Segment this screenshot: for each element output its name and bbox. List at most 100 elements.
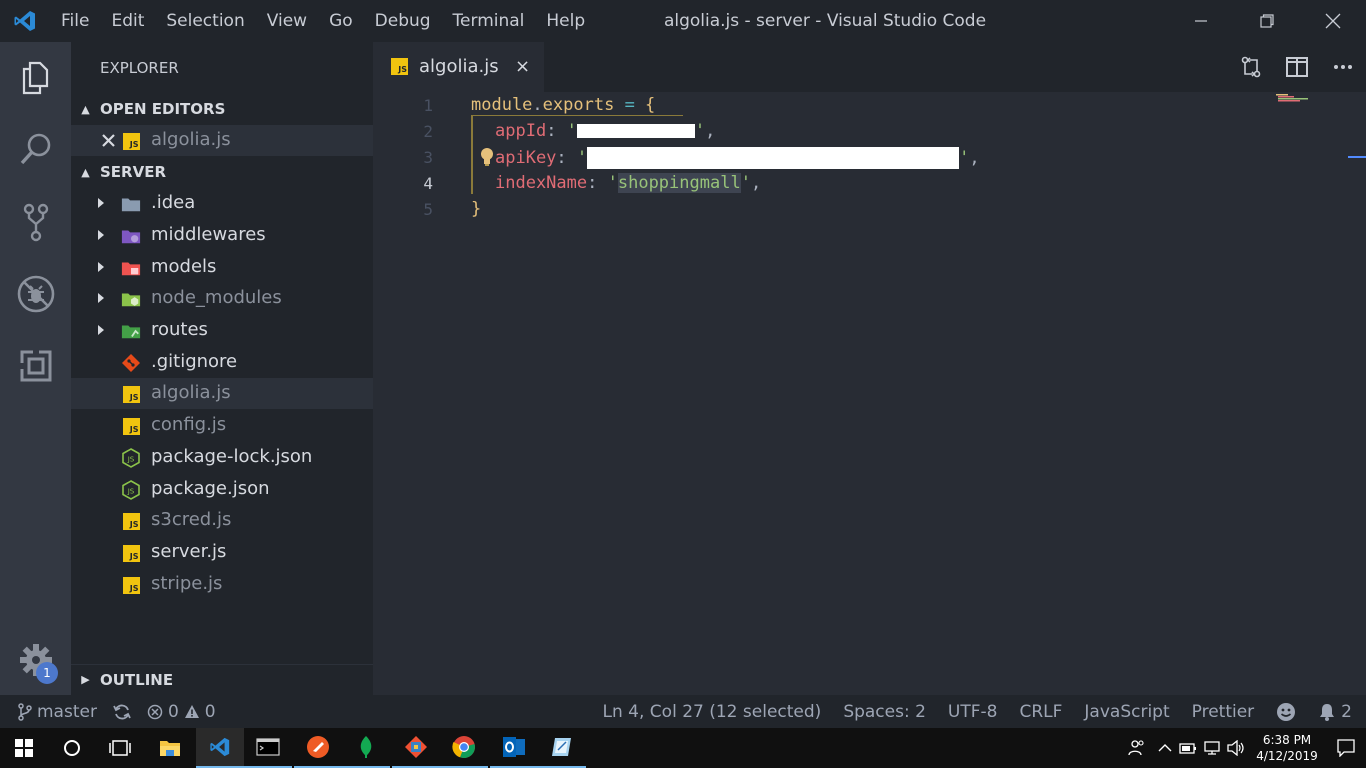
js-file-icon: JS [121, 384, 141, 404]
scroll-position-indicator [1348, 156, 1366, 158]
cursor-position[interactable]: Ln 4, Col 27 (12 selected) [603, 702, 822, 722]
more-actions-button[interactable] [1320, 42, 1366, 92]
chevron-right-icon [98, 198, 104, 208]
git-icon [121, 353, 141, 373]
menu-debug[interactable]: Debug [364, 0, 442, 42]
cortana-icon [64, 740, 80, 756]
extensions-icon[interactable] [0, 334, 71, 398]
task-view-button[interactable] [96, 728, 144, 768]
folder-node-icon [121, 289, 141, 309]
minimize-button[interactable] [1168, 0, 1234, 42]
action-center-button[interactable] [1326, 739, 1366, 757]
feedback-button[interactable] [1276, 702, 1296, 722]
code-line-4: indexName: 'shoppingmall', [495, 173, 762, 193]
debug-icon[interactable] [0, 262, 71, 326]
open-editors-header[interactable]: ▲ OPEN EDITORS [71, 94, 373, 124]
start-button[interactable] [0, 728, 48, 768]
code-editor[interactable]: 1 2 3 4 5 module.exports = { appId: ' ', … [373, 92, 1366, 695]
notifications-status[interactable]: 2 [1318, 702, 1352, 722]
sync-button[interactable] [113, 703, 131, 721]
prettier-status[interactable]: Prettier [1192, 702, 1255, 722]
lightbulb-icon[interactable] [479, 147, 495, 167]
server-folder-header[interactable]: ▲ SERVER [71, 157, 373, 187]
postman-taskbar[interactable] [294, 728, 342, 768]
split-editor-button[interactable] [1274, 42, 1320, 92]
split-editor-icon [1286, 57, 1308, 77]
selected-text: shoppingmall [617, 173, 741, 193]
close-window-button[interactable] [1300, 0, 1366, 42]
menu-help[interactable]: Help [535, 0, 596, 42]
tree-item-gitignore[interactable]: .gitignore [71, 347, 373, 378]
menu-selection[interactable]: Selection [155, 0, 255, 42]
line-number: 4 [423, 174, 433, 193]
tree-item-middlewares[interactable]: middlewares [71, 220, 373, 251]
network-status[interactable] [1200, 740, 1224, 756]
outline-header[interactable]: ▶ OUTLINE [71, 664, 373, 694]
terminal-taskbar[interactable] [244, 728, 292, 768]
outlook-taskbar[interactable] [490, 728, 538, 768]
snipping-tool-taskbar[interactable] [538, 728, 586, 768]
battery-status[interactable] [1176, 741, 1200, 755]
settings-gear-icon[interactable] [0, 628, 71, 692]
file-explorer-taskbar[interactable] [146, 728, 194, 768]
taskbar-clock[interactable]: 6:38 PM 4/12/2019 [1248, 732, 1326, 764]
tree-item-algolia-js[interactable]: JS algolia.js [71, 378, 373, 409]
mongodb-compass-taskbar[interactable] [342, 728, 390, 768]
git-branch-status[interactable]: master [18, 702, 97, 722]
compare-changes-icon [1241, 56, 1261, 78]
tree-item-server-js[interactable]: JS server.js [71, 537, 373, 568]
tree-item-s3cred-js[interactable]: JS s3cred.js [71, 505, 373, 536]
problems-status[interactable]: 0 0 [147, 702, 216, 722]
encoding-status[interactable]: UTF-8 [948, 702, 998, 722]
cortana-search-button[interactable] [48, 728, 96, 768]
folder-routes-icon [121, 321, 141, 341]
file-explorer-icon [160, 741, 180, 756]
tab-close-button[interactable]: × [515, 56, 530, 77]
menu-terminal[interactable]: Terminal [442, 0, 536, 42]
minimap[interactable] [1276, 94, 1322, 102]
git-branch-icon [18, 702, 32, 721]
system-tray: 6:38 PM 4/12/2019 [1120, 728, 1366, 768]
close-icon[interactable] [102, 134, 115, 147]
tree-item-idea[interactable]: .idea [71, 188, 373, 219]
open-changes-button[interactable] [1228, 42, 1274, 92]
code-line-2: appId: ' ', [495, 121, 716, 141]
editor-area: JS algolia.js × 1 2 3 4 5 module.exports… [373, 42, 1366, 695]
folder-models-icon [121, 258, 141, 278]
tree-item-package-lock-json[interactable]: JS package-lock.json [71, 442, 373, 473]
volume-status[interactable] [1224, 740, 1248, 756]
windows-logo-icon [15, 739, 33, 757]
restore-button[interactable] [1234, 0, 1300, 42]
indentation-status[interactable]: Spaces: 2 [843, 702, 926, 722]
tree-item-stripe-js[interactable]: JS stripe.js [71, 569, 373, 600]
tree-item-config-js[interactable]: JS config.js [71, 410, 373, 441]
people-button[interactable] [1120, 739, 1154, 757]
language-mode[interactable]: JavaScript [1084, 702, 1169, 722]
explorer-icon[interactable] [0, 46, 71, 110]
tab-algolia-js[interactable]: JS algolia.js × [373, 42, 544, 92]
tree-item-node-modules[interactable]: node_modules [71, 283, 373, 314]
source-control-icon[interactable] [0, 190, 71, 254]
chrome-icon [452, 736, 475, 759]
chrome-taskbar[interactable] [440, 728, 488, 768]
search-icon[interactable] [0, 117, 71, 181]
tree-item-package-json[interactable]: JS package.json [71, 474, 373, 505]
code-line-1: module.exports = { [471, 95, 656, 115]
open-editor-item[interactable]: JS algolia.js [71, 125, 373, 156]
snipping-tool-icon [552, 738, 571, 756]
settings-badge: 1 [36, 662, 58, 684]
menu-go[interactable]: Go [318, 0, 364, 42]
tree-item-models[interactable]: models [71, 252, 373, 283]
tray-overflow-button[interactable] [1154, 743, 1176, 753]
menu-bar: File Edit Selection View Go Debug Termin… [50, 0, 596, 42]
eol-status[interactable]: CRLF [1019, 702, 1062, 722]
editor-actions [1228, 42, 1366, 92]
menu-view[interactable]: View [256, 0, 318, 42]
menu-file[interactable]: File [50, 0, 100, 42]
js-file-icon: JS [121, 511, 141, 531]
tree-item-routes[interactable]: routes [71, 315, 373, 346]
sync-icon [113, 704, 131, 719]
menu-edit[interactable]: Edit [100, 0, 155, 42]
vscode-taskbar[interactable] [196, 728, 244, 768]
git-gui-taskbar[interactable] [392, 728, 440, 768]
